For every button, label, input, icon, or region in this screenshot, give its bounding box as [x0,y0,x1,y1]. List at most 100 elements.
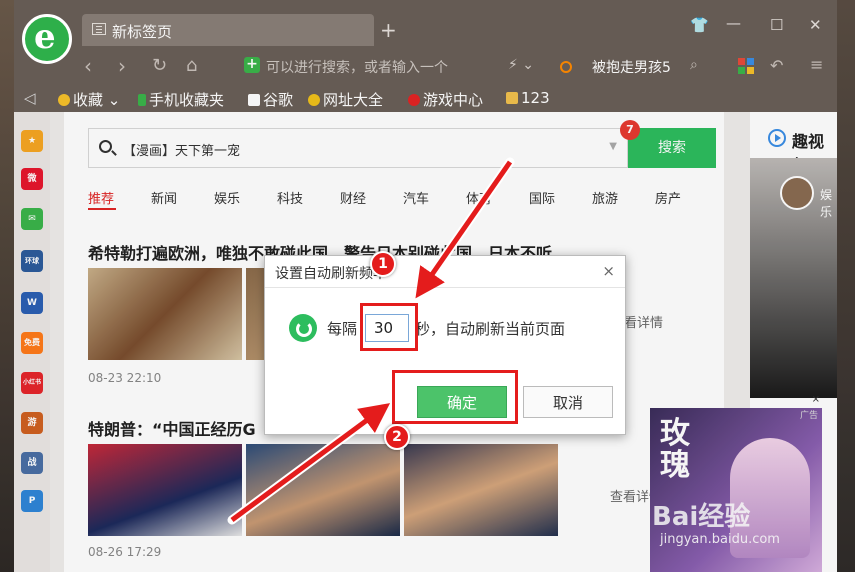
novel-icon[interactable]: 免费 [21,332,43,354]
word-icon[interactable]: W [21,292,43,314]
bookmark-label: 收藏 [73,91,104,109]
bookmark-favorites[interactable]: 收藏 ⌄ [58,89,120,110]
address-bar[interactable]: + 可以进行搜索，或者输入一个 [236,53,536,79]
skin-icon[interactable]: 👕 [690,16,709,34]
watermark-url: jingyan.baidu.com [660,532,780,547]
collapse-sidebar-icon[interactable]: ◁ [24,89,36,107]
play-icon [768,129,786,147]
game2-icon[interactable]: 战 [21,452,43,474]
tab-recommend[interactable]: 推荐 [88,188,114,207]
bookmark-mobile[interactable]: 手机收藏夹 [138,89,224,110]
address-placeholder: 可以进行搜索，或者输入一个 [266,60,448,76]
bookmark-label: 123 [521,89,550,107]
tab-tech[interactable]: 科技 [277,188,303,207]
notification-badge: 7 [620,120,640,140]
bookmark-directory[interactable]: 网址大全 [308,89,383,110]
flash-icon[interactable]: ⚡ ⌄ [508,57,534,73]
navigation-bar: ‹ › ↻ ⌂ + 可以进行搜索，或者输入一个 ⚡ ⌄ 被抱走男孩5 ⌕ ↶ ≡ [14,46,837,86]
news-image[interactable] [404,444,558,536]
annotation-box-ok [392,370,518,424]
mail-icon[interactable]: ✉ [21,208,43,230]
phone-icon [138,94,146,106]
tab-news[interactable]: 新闻 [151,188,177,207]
sidebar: ★ 微 ✉ 环球 W 免费 小红书 游 战 P [14,112,50,572]
undo-icon[interactable]: ↶ [770,56,783,75]
star-icon[interactable]: ★ [21,130,43,152]
redbook-icon[interactable]: 小红书 [21,372,43,394]
search-icon [99,140,112,153]
search-small-icon[interactable]: ⌕ [690,57,698,73]
tab-auto[interactable]: 汽车 [403,188,429,207]
forward-icon[interactable]: › [118,54,126,78]
cancel-button[interactable]: 取消 [523,386,613,418]
weibo-icon[interactable]: 微 [21,168,43,190]
new-tab-button[interactable]: + [380,20,397,40]
news-time: 08-26 17:29 [88,545,162,559]
avatar[interactable] [780,176,814,210]
back-icon[interactable]: ‹ [84,54,92,78]
chevron-down-icon[interactable]: ▼ [609,141,617,152]
step-1-marker: 1 [370,251,396,277]
bookmark-label: 网址大全 [323,91,384,109]
bookmark-label: 游戏中心 [423,91,484,109]
title-bar: 新标签页 + 👕 — ☐ ✕ [14,0,837,46]
game-icon[interactable]: 游 [21,412,43,434]
desktop-edge-left [0,0,14,572]
hot-search-icon [560,61,572,73]
add-icon: + [244,57,260,73]
menu-icon[interactable]: ≡ [810,55,823,74]
bookmark-google[interactable]: 谷歌 [248,89,293,110]
search-button[interactable]: 搜索 [628,128,716,168]
interval-suffix: 秒，自动刷新当前页面 [415,320,566,338]
ad-title: 玫瑰 [660,416,690,483]
ad-banner[interactable]: × 广告 玫瑰 [650,394,822,572]
tab-sports[interactable]: 体育 [466,188,492,207]
extensions-icon[interactable] [738,58,754,74]
video-author: 娱乐 [820,188,833,219]
search-box[interactable]: 【漫画】天下第一宠 ▼ [88,128,628,168]
tab-title: 新标签页 [112,23,173,41]
close-ad-icon[interactable]: × [812,394,820,405]
close-window-button[interactable]: ✕ [809,16,822,34]
bookmark-label: 手机收藏夹 [149,91,225,109]
refresh-icon [289,314,317,342]
annotation-box-input [360,303,418,351]
bookmark-game-center[interactable]: 游戏中心 [408,89,483,110]
desktop-edge-right [837,0,855,572]
news-image[interactable] [246,444,400,536]
news-image[interactable] [88,444,242,536]
page-icon [92,23,106,35]
browser-logo-icon[interactable]: e [22,14,72,64]
active-tab-indicator [88,208,116,210]
step-2-marker: 2 [384,424,410,450]
hot-search-text[interactable]: 被抱走男孩5 [592,57,671,77]
search-query: 【漫画】天下第一宠 [123,144,241,159]
home-icon[interactable]: ⌂ [186,55,197,76]
category-tabs: 推荐 新闻 娱乐 科技 财经 汽车 体育 国际 旅游 房产 [88,188,708,210]
star-icon [58,94,70,106]
news-image[interactable] [88,268,242,360]
refresh-icon[interactable]: ↻ [152,55,167,76]
ppt-icon[interactable]: P [21,490,43,512]
view-details-link[interactable]: 看详情 [624,312,663,331]
minimize-button[interactable]: — [726,14,741,32]
tab-finance[interactable]: 财经 [340,188,366,207]
maximize-button[interactable]: ☐ [770,16,783,34]
directory-icon [308,94,320,106]
watermark-brand: Bai经验 [652,502,751,532]
tab-international[interactable]: 国际 [529,188,555,207]
tab-new[interactable]: 新标签页 [82,14,374,46]
folder-icon [506,92,518,104]
tab-entertainment[interactable]: 娱乐 [214,188,240,207]
document-icon [248,94,260,106]
bookmark-folder-123[interactable]: 123 [506,89,550,107]
game-center-icon [408,94,420,106]
bookmark-label: 谷歌 [263,91,294,109]
interval-prefix: 每隔 [327,320,358,338]
close-icon[interactable]: × [602,262,615,280]
ad-label: 广告 [799,411,818,421]
bookmark-bar: ◁ 收藏 ⌄ 手机收藏夹 谷歌 网址大全 游戏中心 123 [14,86,837,112]
tab-realestate[interactable]: 房产 [655,188,681,207]
tab-travel[interactable]: 旅游 [592,188,618,207]
news-icon[interactable]: 环球 [21,250,43,272]
